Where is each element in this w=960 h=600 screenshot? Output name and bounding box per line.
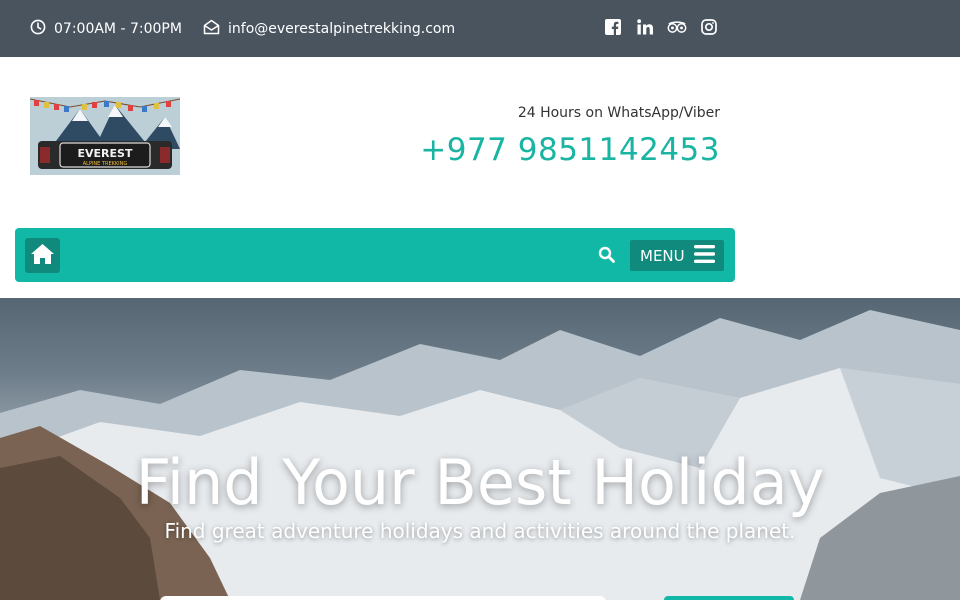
linkedin-icon[interactable] [635, 17, 655, 37]
email-link[interactable]: info@everestalpinetrekking.com [203, 0, 455, 57]
contact-label: 24 Hours on WhatsApp/Viber [517, 105, 720, 121]
trip-search-input[interactable] [160, 596, 606, 600]
hero-subtitle: Find great adventure holidays and activi… [164, 519, 796, 543]
main-nav-bar: MENU [15, 228, 735, 282]
tripadvisor-icon[interactable] [667, 17, 687, 37]
home-button[interactable] [25, 238, 60, 273]
trip-search-button[interactable] [664, 596, 794, 600]
top-bar: 07:00AM - 7:00PM info@everestalpinetrekk… [0, 0, 960, 57]
logo-title: EVEREST [78, 147, 133, 160]
menu-label: MENU [640, 246, 685, 265]
hero-title: Find Your Best Holiday [135, 446, 825, 519]
logo-subtitle: ALPINE TREKKING [83, 161, 128, 167]
business-hours: 07:00AM - 7:00PM [30, 0, 182, 57]
phone-number[interactable]: +977 9851142453 [420, 132, 720, 168]
email-text: info@everestalpinetrekking.com [228, 20, 456, 37]
clock-icon [30, 19, 54, 39]
search-icon [598, 246, 615, 267]
home-icon [30, 243, 55, 269]
menu-button[interactable]: MENU [630, 240, 724, 271]
social-links [603, 17, 731, 37]
facebook-icon[interactable] [603, 17, 623, 37]
envelope-open-icon [203, 19, 228, 39]
hours-text: 07:00AM - 7:00PM [54, 20, 182, 37]
hamburger-icon [685, 244, 715, 267]
hero-banner: Find Your Best Holiday Find great advent… [0, 298, 960, 600]
instagram-icon[interactable] [699, 17, 719, 37]
site-logo[interactable]: EVEREST ALPINE TREKKING [30, 97, 180, 175]
search-button[interactable] [595, 245, 617, 267]
